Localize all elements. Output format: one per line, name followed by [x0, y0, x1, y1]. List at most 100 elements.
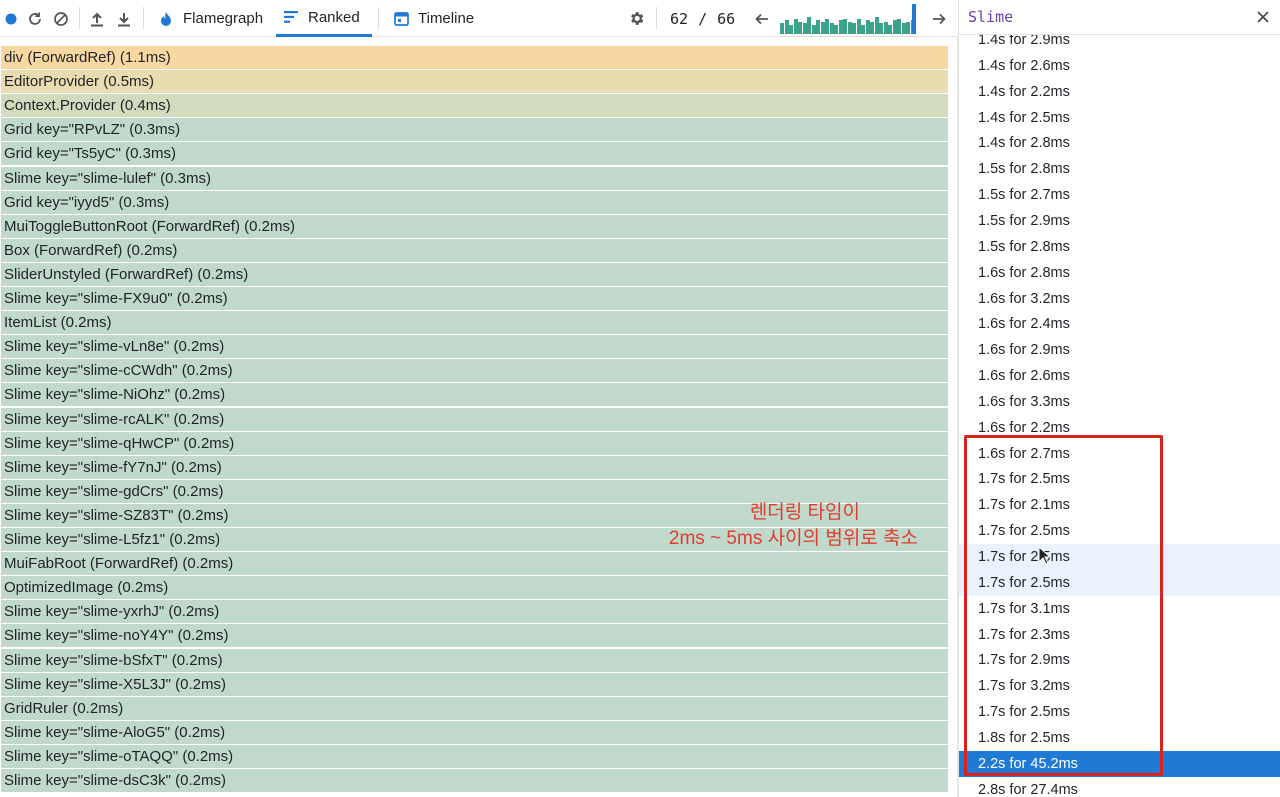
close-icon[interactable]	[1255, 9, 1271, 25]
ranked-row[interactable]: Context.Provider (0.4ms)	[1, 94, 948, 118]
ranked-row[interactable]: Slime key="slime-yxrhJ" (0.2ms)	[1, 600, 948, 624]
ranked-row[interactable]: Slime key="slime-bSfxT" (0.2ms)	[1, 648, 948, 672]
commit-bar[interactable]	[829, 23, 834, 34]
ranked-row[interactable]: ItemList (0.2ms)	[1, 311, 948, 335]
commit-item[interactable]: 1.7s for 2.9ms	[959, 647, 1280, 673]
commit-item[interactable]: 2.8s for 27.4ms	[959, 777, 1280, 797]
commit-item[interactable]: 1.7s for 2.5ms	[959, 569, 1280, 596]
prev-commit-button[interactable]	[753, 0, 771, 37]
commit-item[interactable]: 1.6s for 2.6ms	[959, 363, 1280, 389]
ranked-row[interactable]: Grid key="Ts5yC" (0.3ms)	[1, 142, 948, 166]
commit-bar[interactable]	[789, 25, 793, 34]
commit-item[interactable]: 1.8s for 2.5ms	[959, 725, 1280, 751]
commit-item[interactable]: 1.6s for 3.3ms	[959, 389, 1280, 415]
ranked-row[interactable]: Slime key="slime-lulef" (0.3ms)	[1, 166, 948, 190]
ranked-row[interactable]: Slime key="slime-NiOhz" (0.2ms)	[1, 383, 948, 407]
commit-bar[interactable]	[807, 17, 811, 34]
commit-item[interactable]: 1.4s for 2.5ms	[959, 105, 1280, 131]
commit-item[interactable]: 1.6s for 2.2ms	[959, 415, 1280, 441]
ranked-row[interactable]: Slime key="slime-cCWdh" (0.2ms)	[1, 359, 948, 383]
commit-item[interactable]: 1.7s for 3.2ms	[959, 673, 1280, 699]
upload-button[interactable]	[88, 0, 106, 37]
commit-item[interactable]: 1.5s for 2.8ms	[959, 156, 1280, 182]
ranked-row[interactable]: Slime key="slime-rcALK" (0.2ms)	[1, 407, 948, 431]
commit-item[interactable]: 1.5s for 2.9ms	[959, 208, 1280, 234]
ranked-row[interactable]: Grid key="RPvLZ" (0.3ms)	[1, 118, 948, 142]
commit-bar[interactable]	[793, 19, 798, 34]
commit-bar[interactable]	[838, 20, 843, 34]
clear-button[interactable]	[52, 0, 70, 37]
ranked-row[interactable]: SliderUnstyled (ForwardRef) (0.2ms)	[1, 262, 948, 286]
commit-selector-chart[interactable]	[780, 4, 918, 34]
ranked-row[interactable]: Slime key="slime-qHwCP" (0.2ms)	[1, 431, 948, 455]
commit-bar[interactable]	[798, 22, 802, 34]
tab-flamegraph[interactable]: Flamegraph	[151, 0, 269, 37]
ranked-row[interactable]: Slime key="slime-oTAQQ" (0.2ms)	[1, 744, 948, 768]
commit-item[interactable]: 1.5s for 2.8ms	[959, 234, 1280, 260]
commit-bar[interactable]	[784, 20, 789, 34]
commit-bar[interactable]	[874, 17, 879, 34]
commit-item[interactable]: 1.7s for 3.1ms	[959, 596, 1280, 622]
commit-bar[interactable]	[856, 19, 861, 34]
commit-bar[interactable]	[892, 20, 897, 34]
commit-item[interactable]: 1.4s for 2.2ms	[959, 79, 1280, 105]
download-button[interactable]	[115, 0, 133, 37]
commit-item[interactable]: 1.6s for 2.7ms	[959, 441, 1280, 467]
ranked-row[interactable]: GridRuler (0.2ms)	[1, 696, 948, 720]
ranked-row[interactable]: MuiToggleButtonRoot (ForwardRef) (0.2ms)	[1, 214, 948, 238]
commit-item[interactable]: 1.6s for 3.2ms	[959, 286, 1280, 312]
ranked-row[interactable]: EditorProvider (0.5ms)	[1, 70, 948, 94]
commit-item[interactable]: 1.7s for 2.3ms	[959, 622, 1280, 648]
commit-item[interactable]: 1.7s for 2.1ms	[959, 492, 1280, 518]
ranked-row[interactable]: MuiFabRoot (ForwardRef) (0.2ms)	[1, 552, 948, 576]
tab-ranked[interactable]: Ranked	[276, 0, 372, 37]
commit-bar[interactable]	[834, 25, 838, 34]
settings-button[interactable]	[627, 0, 645, 37]
next-commit-button[interactable]	[930, 0, 948, 37]
ranked-row[interactable]: Slime key="slime-X5L3J" (0.2ms)	[1, 672, 948, 696]
ranked-row[interactable]: Box (ForwardRef) (0.2ms)	[1, 238, 948, 262]
ranked-row[interactable]: Slime key="slime-dsC3k" (0.2ms)	[1, 769, 948, 792]
ranked-row[interactable]: OptimizedImage (0.2ms)	[1, 576, 948, 600]
ranked-row[interactable]: Grid key="iyyd5" (0.3ms)	[1, 190, 948, 214]
commit-bar[interactable]	[820, 22, 825, 34]
commit-bar[interactable]	[861, 25, 865, 34]
reload-button[interactable]	[26, 0, 44, 37]
commit-item[interactable]: 1.4s for 2.9ms	[959, 35, 1280, 53]
commit-item[interactable]: 1.4s for 2.8ms	[959, 130, 1280, 156]
commit-item[interactable]: 1.6s for 2.8ms	[959, 260, 1280, 286]
ranked-row[interactable]: Slime key="slime-vLn8e" (0.2ms)	[1, 335, 948, 359]
ranked-row[interactable]: Slime key="slime-fY7nJ" (0.2ms)	[1, 455, 948, 479]
commit-item[interactable]: 1.6s for 2.9ms	[959, 337, 1280, 363]
commit-bar[interactable]	[888, 25, 892, 34]
commit-bar[interactable]	[879, 23, 883, 34]
commit-bar[interactable]	[897, 19, 901, 34]
commit-item[interactable]: 1.7s for 2.5ms	[959, 544, 1280, 570]
commit-item[interactable]: 1.4s for 2.6ms	[959, 53, 1280, 79]
commit-bar[interactable]	[847, 22, 852, 34]
commit-bar[interactable]	[843, 19, 847, 34]
ranked-row[interactable]: Slime key="slime-noY4Y" (0.2ms)	[1, 624, 948, 648]
current-commit-bar[interactable]	[912, 4, 916, 34]
commit-bar[interactable]	[852, 23, 856, 34]
commit-bar[interactable]	[811, 25, 816, 34]
commit-bar[interactable]	[901, 23, 906, 34]
commit-bar[interactable]	[870, 22, 874, 34]
commit-bar[interactable]	[780, 23, 784, 34]
commit-bar[interactable]	[802, 23, 807, 34]
commit-item[interactable]: 1.7s for 2.5ms	[959, 466, 1280, 492]
commit-bar[interactable]	[906, 22, 910, 34]
ranked-row[interactable]: Slime key="slime-AloG5" (0.2ms)	[1, 720, 948, 744]
commit-bar[interactable]	[816, 20, 820, 34]
ranked-row[interactable]: div (ForwardRef) (1.1ms)	[1, 46, 948, 69]
commit-item[interactable]: 1.5s for 2.7ms	[959, 182, 1280, 208]
ranked-row[interactable]: Slime key="slime-FX9u0" (0.2ms)	[1, 287, 948, 310]
record-button[interactable]	[2, 0, 20, 37]
commit-bar[interactable]	[825, 19, 829, 34]
commit-item[interactable]: 2.2s for 45.2ms	[959, 750, 1280, 777]
tab-timeline[interactable]: Timeline	[386, 0, 480, 37]
commit-item[interactable]: 1.6s for 2.4ms	[959, 311, 1280, 337]
commit-bar[interactable]	[883, 22, 888, 34]
commit-item[interactable]: 1.7s for 2.5ms	[959, 699, 1280, 725]
commit-item[interactable]: 1.7s for 2.5ms	[959, 518, 1280, 544]
